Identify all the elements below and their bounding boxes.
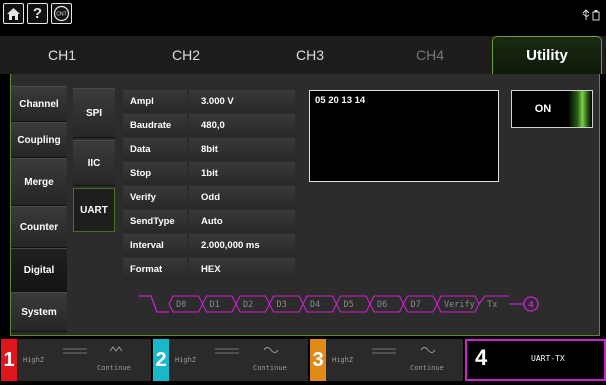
- channel-3-wave-icon: [370, 345, 398, 357]
- timing-bit-label: Verify: [444, 300, 475, 310]
- uart-timing-diagram: D0 D1 D2 D3 D4 D5 D6 D7 Verify Tx 4: [139, 295, 539, 313]
- timing-bit-label: D1: [210, 300, 220, 310]
- timing-bit-label: D4: [310, 300, 320, 310]
- timing-bit-label: D3: [277, 300, 287, 310]
- channel-4-number: 4: [475, 345, 488, 370]
- tab-utility[interactable]: Utility: [492, 36, 602, 74]
- channel-2-mode-icon: [263, 345, 279, 356]
- cnt-icon[interactable]: CNT: [51, 3, 72, 24]
- tab-bar: CH1 CH2 CH3 CH4 Utility: [0, 36, 606, 74]
- channel-1-wave-icon: [61, 345, 89, 357]
- tx-label: Tx: [487, 299, 497, 309]
- usb-icon: [582, 9, 600, 25]
- channel-2-number: 2: [153, 339, 169, 381]
- channel-3-mode: Continue: [410, 364, 444, 372]
- channel-1-status[interactable]: 1 HighZ Continue: [1, 339, 151, 381]
- help-icon[interactable]: ?: [27, 3, 48, 24]
- timing-bit-label: D7: [411, 300, 421, 310]
- channel-4-mode: UART-TX: [531, 354, 565, 363]
- channel-3-mode-icon: [420, 345, 436, 356]
- tab-ch3[interactable]: CH3: [248, 36, 372, 74]
- channel-4-status[interactable]: 4 UART-TX: [465, 339, 606, 381]
- timing-bit-label: D5: [344, 300, 354, 310]
- channel-2-mode: Continue: [253, 364, 287, 372]
- channel-2-wave-icon: [213, 345, 241, 357]
- channel-1-mode-icon: [109, 345, 125, 356]
- timing-bit-label: D2: [243, 300, 253, 310]
- cnt-label: CNT: [56, 12, 66, 18]
- home-icon[interactable]: [3, 3, 24, 24]
- utility-panel: Channel Coupling Merge Counter Digital S…: [10, 74, 600, 336]
- tab-ch1[interactable]: CH1: [0, 36, 124, 74]
- channel-2-load: HighZ: [175, 356, 197, 364]
- channel-1-mode: Continue: [97, 364, 131, 372]
- channel-status-bar: 1 HighZ Continue 2 HighZ Continue 3 High…: [0, 336, 606, 385]
- channel-2-status[interactable]: 2 HighZ Continue: [153, 339, 308, 381]
- timing-bit-label: D0: [176, 300, 186, 310]
- tab-ch4[interactable]: CH4: [372, 36, 488, 74]
- channel-4-marker-label: 4: [528, 300, 533, 310]
- tab-ch2[interactable]: CH2: [124, 36, 248, 74]
- timing-bit-label: D6: [377, 300, 387, 310]
- channel-1-number: 1: [1, 339, 17, 381]
- channel-1-load: HighZ: [23, 356, 45, 364]
- timing-start-bit: [139, 295, 169, 313]
- channel-3-number: 3: [310, 339, 326, 381]
- channel-3-load: HighZ: [332, 356, 354, 364]
- channel-3-status[interactable]: 3 HighZ Continue: [310, 339, 463, 381]
- top-bar: ? CNT: [0, 0, 606, 36]
